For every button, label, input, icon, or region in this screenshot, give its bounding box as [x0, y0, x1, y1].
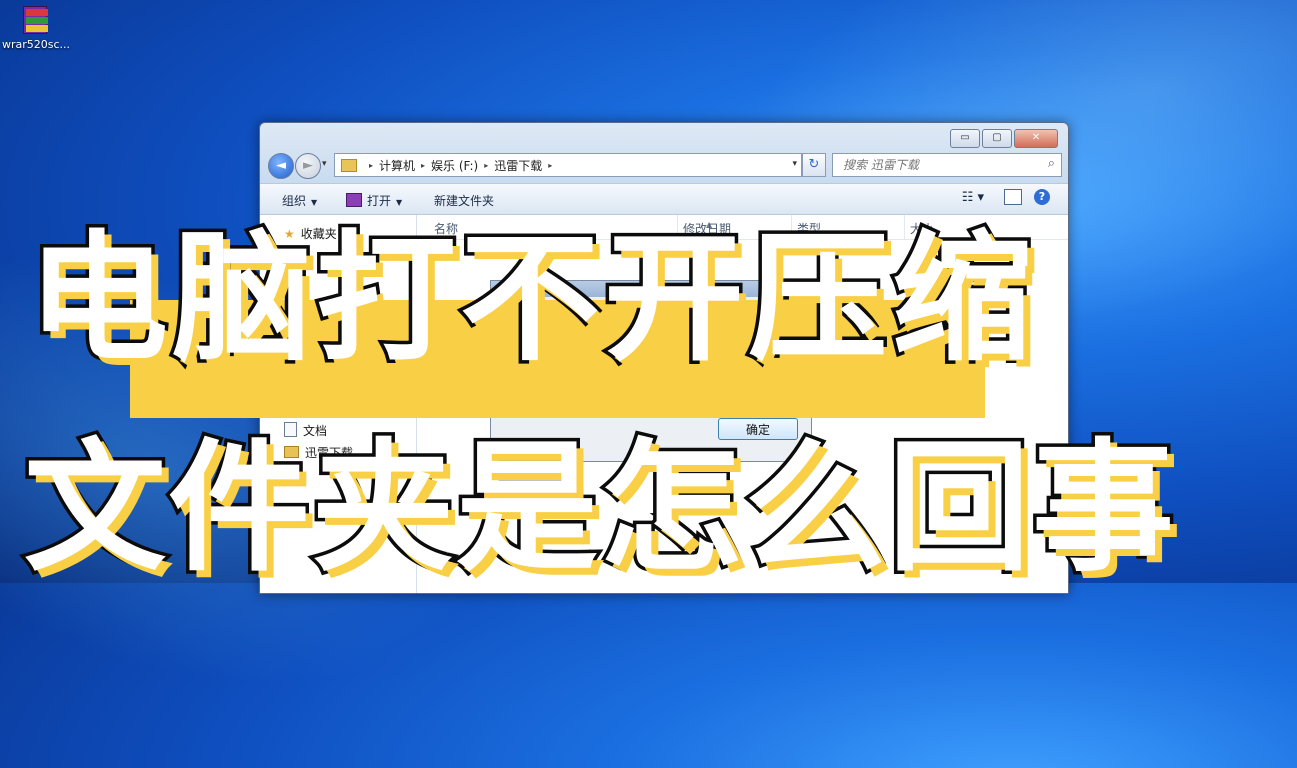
breadcrumb-separator-icon: ▸ [421, 160, 426, 170]
search-input[interactable] [841, 154, 1035, 176]
close-button[interactable]: ✕ [1014, 129, 1058, 148]
address-bar[interactable]: ▸ 计算机 ▸ 娱乐 (F:) ▸ 迅雷下载 ▸ ▾ [334, 153, 802, 177]
command-bar: 组织 ▼ 打开 ▼ 新建文件夹 ☷ ▾ ? [260, 183, 1068, 215]
breadcrumb-thunder-downloads[interactable]: 迅雷下载 [494, 157, 542, 174]
minimize-button[interactable]: ▭ [950, 129, 980, 148]
back-button[interactable]: ◄ [268, 153, 294, 179]
open-menu[interactable]: 打开 ▼ [346, 192, 402, 209]
breadcrumb-separator-icon: ▸ [369, 160, 374, 170]
chevron-down-icon: ▼ [311, 198, 318, 207]
refresh-button[interactable]: ↻ [802, 153, 826, 177]
desktop-icon-label: wrar520sc... [2, 38, 71, 51]
recent-pages-dropdown[interactable]: ▾ [322, 159, 327, 169]
headline-line-2: 文件夹是怎么回事 [21, 426, 1178, 591]
caption-buttons: ▭ ▢ ✕ [950, 129, 1058, 148]
preview-pane-icon[interactable] [1004, 189, 1022, 205]
new-folder-button[interactable]: 新建文件夹 [434, 192, 494, 209]
winrar-icon [346, 193, 362, 207]
view-options-icon[interactable]: ☷ ▾ [962, 190, 984, 205]
address-dropdown-icon[interactable]: ▾ [792, 159, 797, 169]
open-label: 打开 [367, 194, 392, 208]
headline-line-1: 电脑打不开压缩 [24, 218, 1037, 381]
organize-label: 组织 [282, 194, 307, 208]
forward-button[interactable]: ► [295, 153, 321, 179]
help-icon[interactable]: ? [1034, 189, 1050, 205]
maximize-button[interactable]: ▢ [982, 129, 1012, 148]
organize-menu[interactable]: 组织 ▼ [282, 192, 317, 209]
folder-icon [341, 158, 357, 172]
desktop-icon-winrar[interactable]: wrar520sc... [2, 4, 71, 51]
search-icon[interactable]: ⌕ [1048, 156, 1055, 171]
breadcrumb-separator-icon: ▸ [548, 160, 553, 170]
search-box[interactable]: ⌕ [832, 153, 1062, 177]
navigation-row: ◄ ► ▾ ▸ 计算机 ▸ 娱乐 (F:) ▸ 迅雷下载 ▸ ▾ ↻ ⌕ [268, 153, 1062, 179]
chevron-down-icon: ▼ [396, 198, 403, 207]
breadcrumb-computer[interactable]: 计算机 [379, 157, 415, 174]
winrar-icon [20, 4, 50, 34]
breadcrumb-drive-f[interactable]: 娱乐 (F:) [431, 157, 478, 174]
breadcrumb-separator-icon: ▸ [484, 160, 489, 170]
